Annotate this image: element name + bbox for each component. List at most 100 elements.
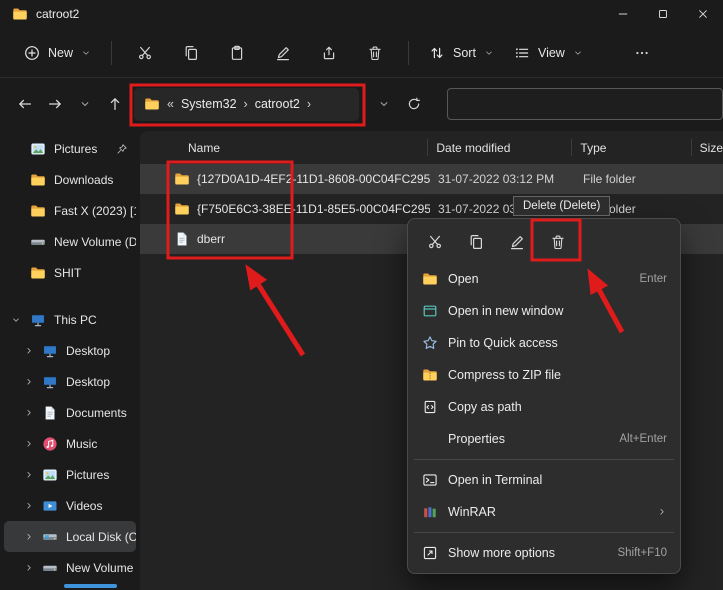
breadcrumb-segment-system32[interactable]: System32 — [181, 97, 237, 111]
sidebar-item-this-pc[interactable]: This PC — [4, 304, 136, 335]
menu-item-open-in-new-window[interactable]: Open in new window — [412, 295, 676, 327]
forward-button[interactable] — [40, 89, 69, 119]
breadcrumb-separator[interactable]: › — [244, 97, 248, 111]
sidebar-item-local-disk-c[interactable]: Local Disk (C:) — [4, 521, 136, 552]
recent-locations-button[interactable] — [70, 89, 99, 119]
sidebar-item-label: Downloads — [54, 173, 113, 187]
menu-item-open[interactable]: Open Enter — [412, 263, 676, 295]
sidebar-item-label: Documents — [66, 406, 127, 420]
breadcrumb[interactable]: « System32 › catroot2 › — [134, 88, 359, 121]
rename-button[interactable] — [498, 225, 536, 258]
chevron-right-icon[interactable] — [24, 501, 34, 511]
ellipsis-icon — [634, 45, 650, 61]
menu-item-label: Compress to ZIP file — [448, 368, 561, 382]
address-bar: « System32 › catroot2 › — [0, 78, 723, 130]
drive-icon — [42, 560, 58, 576]
see-more-button[interactable] — [619, 36, 665, 70]
menu-separator — [414, 459, 674, 460]
sidebar-item-desktop-2[interactable]: Desktop — [4, 366, 136, 397]
minimize-button[interactable] — [603, 0, 643, 28]
chevron-right-icon — [657, 507, 667, 517]
sidebar-item-fast-x[interactable]: Fast X (2023) [1... — [4, 195, 136, 226]
sidebar-item-documents[interactable]: Documents — [4, 397, 136, 428]
menu-item-copy-as-path[interactable]: Copy as path — [412, 391, 676, 423]
copy-button[interactable] — [168, 36, 214, 70]
trash-icon — [367, 45, 383, 61]
address-dropdown-button[interactable] — [369, 89, 398, 119]
paste-button[interactable] — [214, 36, 260, 70]
file-row-127d0a1d[interactable]: {127D0A1D-4EF2-11D1-8608-00C04FC295... 3… — [140, 164, 723, 194]
sidebar-item-pictures[interactable]: Pictures — [4, 459, 136, 490]
view-label: View — [538, 46, 565, 60]
sidebar-item-label: Fast X (2023) [1... — [54, 204, 136, 218]
file-name: {F750E6C3-38EE-11D1-85E5-00C04FC295... — [197, 202, 430, 216]
search-input[interactable] — [447, 88, 723, 120]
breadcrumb-separator[interactable]: › — [307, 97, 311, 111]
folder-icon — [12, 6, 28, 22]
close-button[interactable] — [683, 0, 723, 28]
zip-folder-icon — [421, 367, 438, 383]
share-button[interactable] — [306, 36, 352, 70]
sidebar-item-label: Music — [66, 437, 97, 451]
chevron-right-icon[interactable] — [24, 532, 34, 542]
menu-item-label: Open in Terminal — [448, 473, 542, 487]
view-button[interactable]: View — [504, 38, 593, 68]
menu-item-show-more-options[interactable]: Show more options Shift+F10 — [412, 537, 676, 569]
menu-item-winrar[interactable]: WinRAR — [412, 496, 676, 528]
maximize-button[interactable] — [643, 0, 683, 28]
menu-item-shortcut: Enter — [640, 273, 668, 285]
chevron-right-icon[interactable] — [24, 470, 34, 480]
file-date: 31-07-2022 03:12 PM — [430, 172, 575, 186]
chevron-right-icon[interactable] — [24, 408, 34, 418]
sidebar-item-videos[interactable]: Videos — [4, 490, 136, 521]
new-button[interactable]: New — [14, 38, 101, 68]
delete-button[interactable] — [352, 36, 398, 70]
back-arrow-icon — [17, 96, 33, 112]
menu-item-open-in-terminal[interactable]: Open in Terminal — [412, 464, 676, 496]
close-icon — [696, 7, 710, 21]
sidebar-item-label: Desktop — [66, 344, 110, 358]
sidebar-item-downloads[interactable]: Downloads — [4, 164, 136, 195]
sort-button[interactable]: Sort — [419, 38, 504, 68]
column-header-size[interactable]: Size — [692, 131, 723, 164]
refresh-button[interactable] — [399, 89, 428, 119]
sidebar-item-music[interactable]: Music — [4, 428, 136, 459]
copy-icon — [468, 234, 484, 250]
chevron-down-icon[interactable] — [11, 315, 21, 325]
pictures-icon — [42, 467, 58, 483]
sidebar-item-new-volume-d[interactable]: New Volume (D... — [4, 552, 136, 583]
chevron-right-icon[interactable] — [24, 439, 34, 449]
copy-button[interactable] — [457, 225, 495, 258]
window-title: catroot2 — [36, 7, 79, 21]
column-header-type[interactable]: Type — [572, 131, 691, 164]
column-header-name[interactable]: Name — [140, 131, 428, 164]
horizontal-scrollbar-thumb[interactable] — [64, 584, 117, 588]
cut-button[interactable] — [416, 225, 454, 258]
chevron-right-icon[interactable] — [24, 346, 34, 356]
rename-button[interactable] — [260, 36, 306, 70]
up-button[interactable] — [100, 89, 129, 119]
videos-icon — [42, 498, 58, 514]
chevron-right-icon[interactable] — [24, 377, 34, 387]
delete-button[interactable] — [539, 225, 577, 258]
breadcrumb-segment-catroot2[interactable]: catroot2 — [255, 97, 300, 111]
context-menu-icon-bar — [412, 223, 676, 263]
terminal-icon — [421, 472, 438, 488]
sidebar-item-desktop[interactable]: Desktop — [4, 335, 136, 366]
back-button[interactable] — [10, 89, 39, 119]
menu-item-compress-to-zip[interactable]: Compress to ZIP file — [412, 359, 676, 391]
toolbar-separator — [111, 41, 112, 65]
forward-arrow-icon — [47, 96, 63, 112]
menu-item-properties[interactable]: Properties Alt+Enter — [412, 423, 676, 455]
sidebar-item-pictures-pinned[interactable]: Pictures — [4, 133, 136, 164]
chevron-down-icon — [378, 98, 390, 110]
sidebar-item-new-volume[interactable]: New Volume (D... — [4, 226, 136, 257]
new-label: New — [48, 46, 73, 60]
breadcrumb-overflow-chevron[interactable]: « — [167, 97, 174, 111]
cut-button[interactable] — [122, 36, 168, 70]
menu-item-pin-to-quick-access[interactable]: Pin to Quick access — [412, 327, 676, 359]
column-headers: Name Date modified Type Size — [140, 131, 723, 164]
column-header-date-modified[interactable]: Date modified — [428, 131, 572, 164]
sidebar-item-shit[interactable]: SHIT — [4, 257, 136, 288]
chevron-right-icon[interactable] — [24, 563, 34, 573]
